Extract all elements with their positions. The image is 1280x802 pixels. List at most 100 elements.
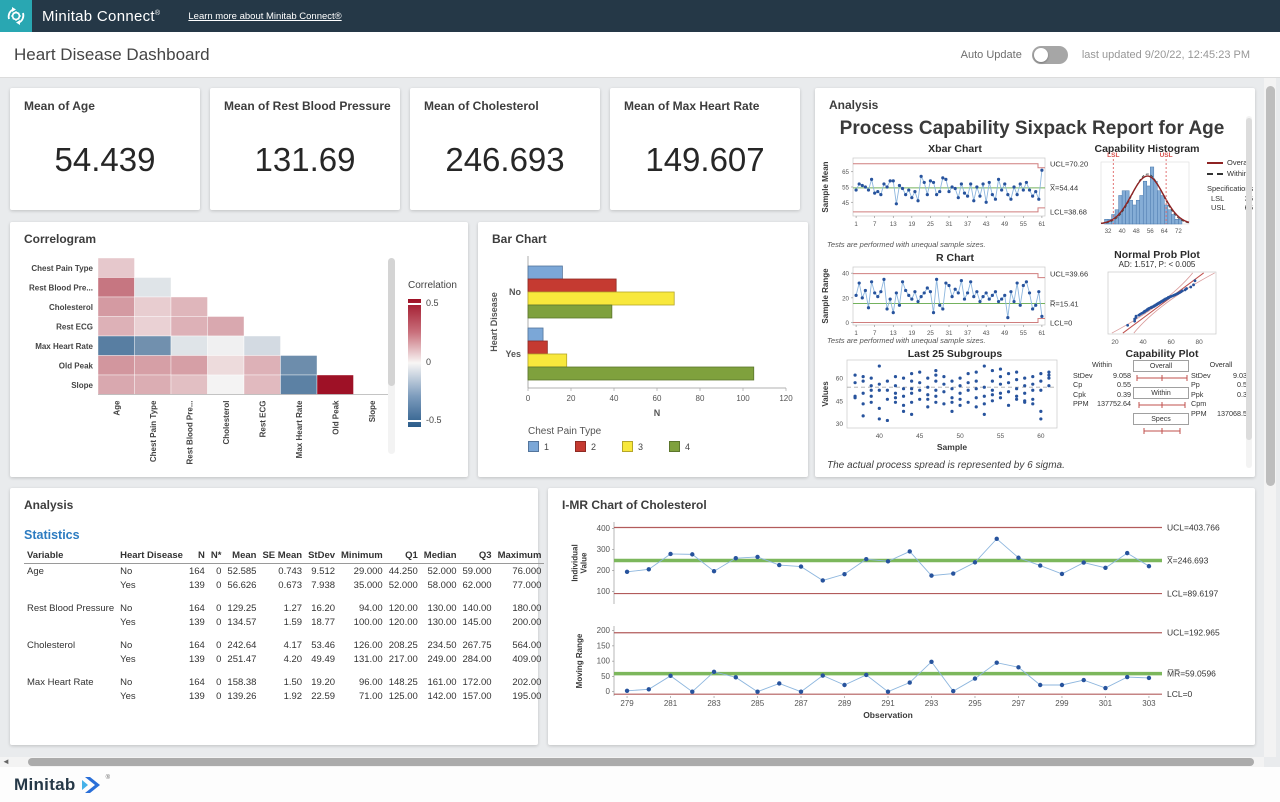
stat-cell: 96.00 — [338, 675, 386, 689]
x-tick-label: 283 — [707, 699, 721, 708]
data-point — [978, 195, 981, 198]
heatmap-cell — [244, 375, 281, 395]
specs-box: Specs — [1133, 413, 1189, 425]
data-point — [908, 680, 912, 684]
data-point — [916, 300, 919, 303]
learn-more-link[interactable]: Learn more about Minitab Connect® — [188, 11, 341, 22]
stat-cell: 0 — [208, 578, 225, 592]
data-point — [878, 417, 881, 420]
data-point — [910, 196, 913, 199]
stat-cell: 130.00 — [421, 615, 460, 629]
data-point — [853, 381, 856, 384]
top-navbar: Minitab Connect® Learn more about Minita… — [0, 0, 1280, 32]
minitab-footer-logo[interactable]: Minitab ® — [14, 775, 110, 795]
histogram-bar — [1140, 195, 1144, 224]
statistics-heading[interactable]: Statistics — [24, 528, 80, 542]
histogram-bar — [1171, 214, 1175, 224]
correlogram-scrollbar-thumb[interactable] — [388, 258, 395, 386]
x-tick-label: 72 — [1175, 228, 1182, 235]
data-point — [862, 402, 865, 405]
data-point — [870, 384, 873, 387]
stat-cell: 284.00 — [460, 652, 495, 666]
data-point — [895, 291, 898, 294]
scroll-left-arrow[interactable]: ◄ — [2, 757, 10, 766]
capability-histogram-chart: LSLUSL324048566472 — [1097, 150, 1201, 246]
page-horizontal-scrollbar[interactable]: ◄ — [0, 757, 1264, 767]
data-point — [934, 395, 937, 398]
data-point — [926, 386, 929, 389]
variable-cell: Cholesterol — [24, 638, 117, 652]
data-point — [942, 375, 945, 378]
data-point — [942, 390, 945, 393]
data-point — [862, 380, 865, 383]
limit-label: UCL=403.766 — [1167, 522, 1220, 532]
heatmap-cell — [98, 356, 135, 376]
data-point — [1000, 188, 1003, 191]
stat-cell: 0 — [208, 564, 225, 579]
data-point — [882, 182, 885, 185]
row-label: Slope — [71, 381, 93, 390]
unequal-sample-note: Tests are performed with unequal sample … — [827, 240, 986, 249]
y-tick-label: 400 — [597, 524, 611, 533]
data-point — [1019, 182, 1022, 185]
page-vscroll-thumb[interactable] — [1266, 86, 1275, 486]
data-point — [918, 381, 921, 384]
kpi-value: 131.69 — [210, 141, 400, 179]
table-row: Yes1390134.571.5918.77100.00120.00130.00… — [24, 615, 544, 629]
data-point — [960, 182, 963, 185]
histogram-bar — [1147, 186, 1151, 224]
column-header: Median — [421, 548, 460, 564]
heatmap-cell — [244, 356, 281, 376]
x-tick-label: 291 — [881, 699, 895, 708]
data-point — [853, 396, 856, 399]
data-point — [1016, 665, 1020, 669]
x-tick-label: 61 — [1038, 330, 1045, 337]
x-axis-label: N — [654, 408, 661, 418]
stat-cell: 71.00 — [338, 689, 386, 703]
data-point — [1003, 182, 1006, 185]
heatmap-cell — [171, 356, 208, 376]
stat-cell: 1.59 — [259, 615, 305, 629]
page-hscroll-thumb[interactable] — [28, 758, 1254, 766]
stat-cell: 129.25 — [224, 601, 259, 615]
x-tick-label: 56 — [1147, 228, 1154, 235]
limit-label: UCL=192.965 — [1167, 628, 1220, 638]
data-point — [886, 398, 889, 401]
row-label: Chest Pain Type — [31, 264, 93, 273]
y-tick-label: 200 — [597, 626, 611, 635]
data-point — [938, 190, 941, 193]
stat-cell: 267.75 — [460, 638, 495, 652]
spacer-row — [24, 629, 544, 638]
correlogram-scrollbar[interactable] — [388, 258, 395, 454]
panel-scrollbar-thumb[interactable] — [1246, 118, 1252, 440]
heart-disease-cell: Yes — [117, 615, 186, 629]
auto-update-toggle[interactable] — [1032, 46, 1068, 64]
data-point — [1006, 193, 1009, 196]
data-point — [983, 413, 986, 416]
row-label: Cholesterol — [49, 303, 93, 312]
panel-scrollbar[interactable] — [1246, 116, 1252, 468]
limit-label: LCL=0 — [1167, 689, 1193, 699]
y-tick-label: 300 — [597, 545, 611, 554]
page-vertical-scrollbar[interactable] — [1264, 78, 1276, 757]
column-header: N — [186, 548, 208, 564]
data-point — [894, 375, 897, 378]
data-point — [1037, 290, 1040, 293]
x-tick-label: 31 — [946, 221, 953, 228]
stat-cell: 0.743 — [259, 564, 305, 579]
correlogram-panel: Correlogram Chest Pain TypeRest Blood Pr… — [10, 222, 468, 477]
data-point — [910, 401, 913, 404]
data-point — [864, 557, 868, 561]
data-point — [981, 182, 984, 185]
page-header: Heart Disease Dashboard Auto Update last… — [0, 32, 1280, 78]
spec-label: USL — [1160, 152, 1173, 159]
correlation-gradient-bar: 0.5 0 -0.5 — [408, 299, 421, 427]
x-tick-label: 61 — [1038, 221, 1045, 228]
stat-cell: 22.59 — [305, 689, 338, 703]
kpi-card-mean-rest-bp: Mean of Rest Blood Pressure 131.69 — [210, 88, 400, 210]
data-point — [1006, 316, 1009, 319]
heart-disease-cell: Yes — [117, 689, 186, 703]
minitab-connect-logo[interactable] — [0, 0, 32, 32]
stat-cell: 58.000 — [421, 578, 460, 592]
data-point — [920, 175, 923, 178]
